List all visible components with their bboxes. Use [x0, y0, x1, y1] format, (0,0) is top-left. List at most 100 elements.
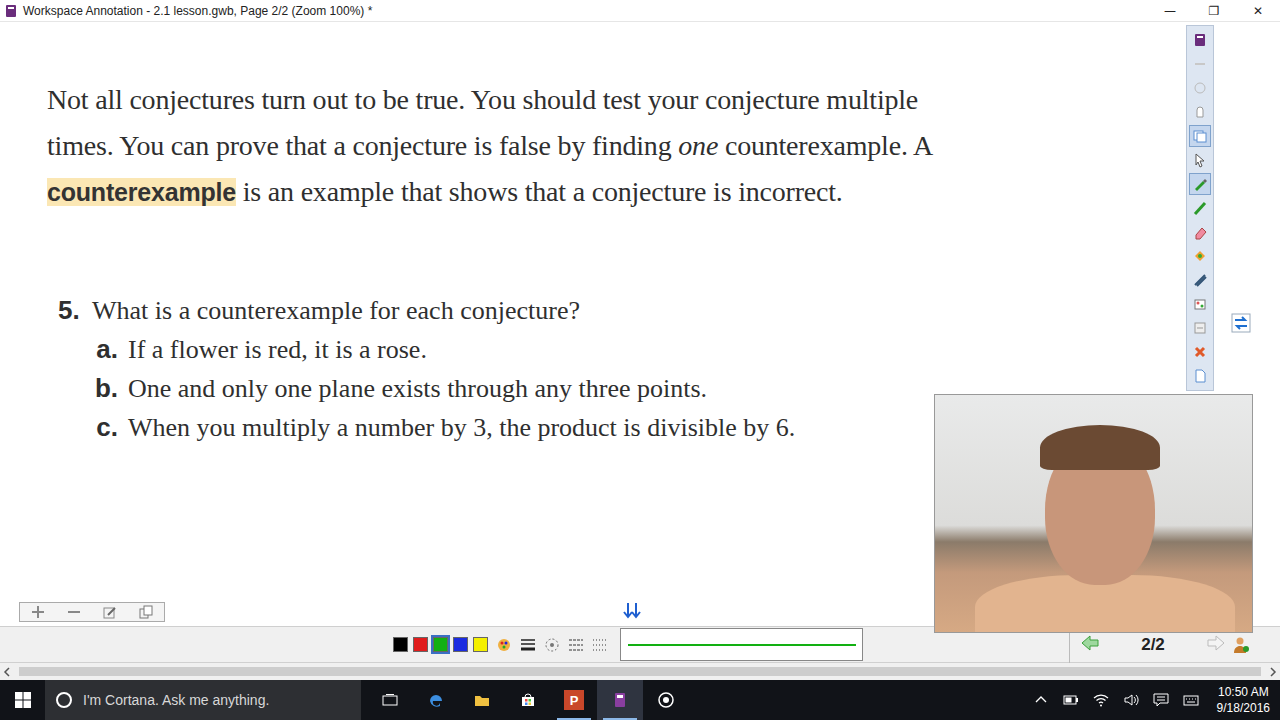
swatch-selection: [454, 638, 467, 651]
highlighter-icon: [1192, 200, 1208, 216]
keyboard-icon[interactable]: [1183, 692, 1199, 708]
tool-button[interactable]: [1189, 77, 1211, 99]
line-icon: [1192, 272, 1208, 288]
scroll-left-icon[interactable]: [3, 667, 11, 677]
horizontal-scrollbar[interactable]: [0, 663, 1280, 680]
paragraph: Not all conjectures turn out to be true.…: [47, 77, 1280, 215]
tool-button[interactable]: [1189, 149, 1211, 171]
text-run: Not all conjectures turn out to be true.…: [47, 84, 918, 115]
webcam-video: [934, 394, 1253, 633]
paragraph-line: Not all conjectures turn out to be true.…: [47, 77, 1280, 123]
battery-icon[interactable]: [1063, 692, 1079, 708]
pages-icon[interactable]: [139, 605, 153, 619]
swatch-selection: [434, 638, 447, 651]
highlighted-term: counterexample: [47, 178, 236, 206]
zoom-controls: [19, 602, 165, 622]
text-run: counterexample. A: [718, 130, 933, 161]
edge-app[interactable]: [413, 680, 459, 720]
line-width-icon[interactable]: [520, 637, 536, 653]
tool-button[interactable]: [1189, 365, 1211, 387]
line-preview[interactable]: [620, 628, 863, 661]
next-page-icon: [1206, 633, 1226, 653]
tool-button[interactable]: [1189, 197, 1211, 219]
notifications-icon[interactable]: [1153, 692, 1169, 708]
eraser-icon: [1192, 224, 1208, 240]
close-button[interactable]: ✕: [1236, 0, 1280, 22]
text-run: times. You can prove that a conjecture i…: [47, 130, 678, 161]
workspace-app-icon: [5, 4, 17, 18]
user-icon[interactable]: [1232, 636, 1250, 654]
chevron-up-icon[interactable]: [1033, 692, 1049, 708]
color-swatch[interactable]: [473, 637, 488, 652]
tool-button[interactable]: [1189, 293, 1211, 315]
store-app[interactable]: [505, 680, 551, 720]
tool-button[interactable]: [1189, 317, 1211, 339]
scroll-down-icon[interactable]: [622, 602, 642, 620]
transparency-icon[interactable]: [544, 637, 560, 653]
color-swatch[interactable]: [413, 637, 428, 652]
workspace-app[interactable]: [597, 680, 643, 720]
zoom-out-icon[interactable]: [67, 605, 81, 619]
color-picker-icon[interactable]: [496, 637, 512, 653]
color-swatch[interactable]: [433, 637, 448, 652]
clock-date: 9/18/2016: [1217, 700, 1270, 716]
scroll-thumb[interactable]: [19, 667, 1261, 676]
volume-icon[interactable]: [1123, 692, 1139, 708]
tool-button[interactable]: [1189, 269, 1211, 291]
taskview-icon: [381, 691, 399, 709]
tool-button[interactable]: [1189, 173, 1211, 195]
cortana-search[interactable]: I'm Cortana. Ask me anything.: [45, 680, 361, 720]
color-swatch[interactable]: [393, 637, 408, 652]
taskview-app[interactable]: [367, 680, 413, 720]
tool-button[interactable]: [1189, 221, 1211, 243]
gallery-icon: [1192, 296, 1208, 312]
color-swatch[interactable]: [453, 637, 468, 652]
capture-icon: [1192, 320, 1208, 336]
text-run: is an example that shows that a conjectu…: [236, 176, 843, 207]
windows-logo-icon: [15, 692, 31, 708]
item-label: c.: [92, 408, 118, 447]
paragraph-line: counterexample is an example that shows …: [47, 169, 1280, 215]
tool-button[interactable]: [1189, 125, 1211, 147]
tool-button[interactable]: [1189, 341, 1211, 363]
clear-icon: [1192, 344, 1208, 360]
restore-button[interactable]: ❐: [1192, 0, 1236, 22]
item-label: a.: [92, 330, 118, 369]
scroll-right-icon[interactable]: [1269, 667, 1277, 677]
wifi-icon[interactable]: [1093, 692, 1109, 708]
swatch-selection: [474, 638, 487, 651]
workspace-icon: [611, 691, 629, 709]
edit-icon[interactable]: [103, 605, 117, 619]
recorder-app[interactable]: [643, 680, 689, 720]
recorder-icon: [657, 691, 675, 709]
swatch-selection: [414, 638, 427, 651]
title-bar: Workspace Annotation - 2.1 lesson.gwb, P…: [0, 0, 1280, 22]
question-number: 5.: [58, 291, 82, 330]
explorer-icon: [473, 691, 491, 709]
item-label: b.: [92, 369, 118, 408]
clock[interactable]: 10:50 AM 9/18/2016: [1213, 684, 1274, 716]
tool-button[interactable]: [1189, 101, 1211, 123]
window-title: Workspace Annotation - 2.1 lesson.gwb, P…: [23, 4, 1148, 18]
line-preview-stroke: [628, 644, 856, 646]
select-icon: [1192, 152, 1208, 168]
minimize-button[interactable]: —: [1148, 0, 1192, 22]
previous-page-icon[interactable]: [1080, 633, 1100, 653]
screen-icon: [1192, 128, 1208, 144]
dash-style-icon[interactable]: [592, 637, 608, 653]
tool-button[interactable]: [1189, 245, 1211, 267]
page-icon: [1192, 368, 1208, 384]
powerpoint-app[interactable]: P: [551, 680, 597, 720]
start-button[interactable]: [0, 680, 45, 720]
tool-button[interactable]: [1189, 29, 1211, 51]
screen: Workspace Annotation - 2.1 lesson.gwb, P…: [0, 0, 1280, 720]
minimize-icon: [1192, 56, 1208, 72]
swatch-selection: [394, 638, 407, 651]
tool-button[interactable]: [1189, 53, 1211, 75]
explorer-app[interactable]: [459, 680, 505, 720]
system-tray: 10:50 AM 9/18/2016: [1033, 684, 1280, 716]
zoom-in-icon[interactable]: [31, 605, 45, 619]
toggle-toolbar-icon[interactable]: [1231, 313, 1251, 333]
line-style-icon[interactable]: [568, 637, 584, 653]
circle-icon: [1192, 80, 1208, 96]
